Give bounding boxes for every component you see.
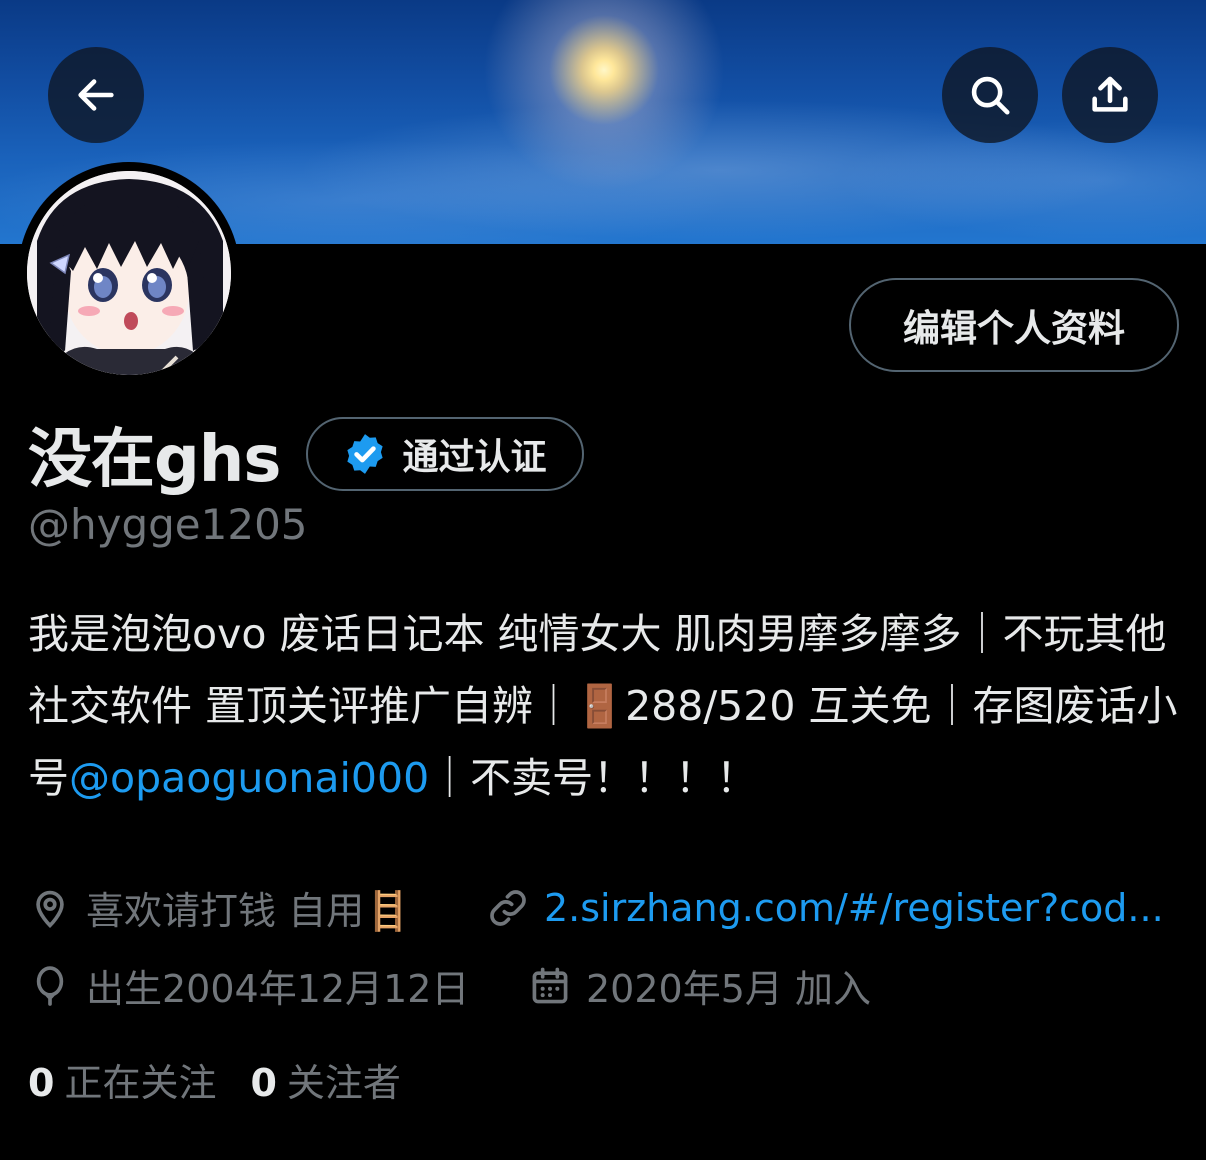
username-handle: @hygge1205	[28, 500, 308, 549]
share-upload-icon	[1092, 76, 1128, 112]
verified-badge-icon	[347, 434, 384, 474]
following-link[interactable]: 0 正在关注	[28, 1052, 216, 1107]
meta-row-location-website: 喜欢请打钱 自用🪜 2.sirzhang.com/#/register?cod.…	[28, 880, 1164, 935]
bio: 我是泡泡ovo 废话日记本 纯情女大 肌肉男摩多摩多｜不玩其他社交软件 置顶关评…	[28, 598, 1188, 814]
profile-page: 编辑个人资料 没在ghs 通过认证 @hygge1205 我是泡泡ovo 废话日…	[0, 0, 1206, 1160]
back-button[interactable]	[48, 47, 144, 143]
joined-text: 2020年5月 加入	[586, 967, 871, 1011]
followers-link[interactable]: 0 关注者	[250, 1052, 400, 1107]
website-link[interactable]: 2.sirzhang.com/#/register?cod...	[544, 886, 1164, 930]
search-icon	[971, 76, 1010, 115]
joined-item: 2020年5月 加入	[528, 958, 871, 1013]
following-count: 0	[28, 1061, 55, 1105]
link-icon	[490, 889, 526, 926]
search-button[interactable]	[942, 47, 1038, 143]
display-name: 没在ghs	[28, 423, 281, 497]
birthday-item: 出生2004年12月12日	[28, 958, 528, 1013]
location-text: 喜欢请打钱 自用🪜	[86, 889, 412, 933]
verified-badge-button[interactable]: 通过认证	[306, 417, 585, 491]
avatar[interactable]	[18, 162, 240, 384]
bio-mention-link[interactable]: @opaoguonai000	[69, 754, 429, 802]
followers-count: 0	[250, 1061, 277, 1105]
calendar-icon	[532, 967, 568, 1003]
birthday-text: 出生2004年12月12日	[86, 967, 470, 1011]
avatar-image	[27, 171, 231, 375]
location-item: 喜欢请打钱 自用🪜	[28, 880, 486, 935]
name-row: 没在ghs 通过认证	[28, 408, 585, 500]
verified-label: 通过认证	[402, 437, 547, 478]
followers-label: 关注者	[286, 1061, 401, 1105]
follow-stats: 0 正在关注 0 关注者	[28, 1052, 435, 1107]
arrow-left-icon	[78, 79, 114, 111]
balloon-icon	[36, 965, 64, 1006]
share-button[interactable]	[1062, 47, 1158, 143]
bio-text-end: ｜不卖号！！！！	[429, 754, 758, 802]
meta-row-birthday-joined: 出生2004年12月12日 2020年5月 加入	[28, 958, 871, 1013]
edit-profile-button[interactable]: 编辑个人资料	[849, 278, 1179, 372]
following-label: 正在关注	[64, 1061, 217, 1105]
location-pin-icon	[36, 890, 64, 928]
website-item[interactable]: 2.sirzhang.com/#/register?cod...	[486, 886, 1164, 930]
